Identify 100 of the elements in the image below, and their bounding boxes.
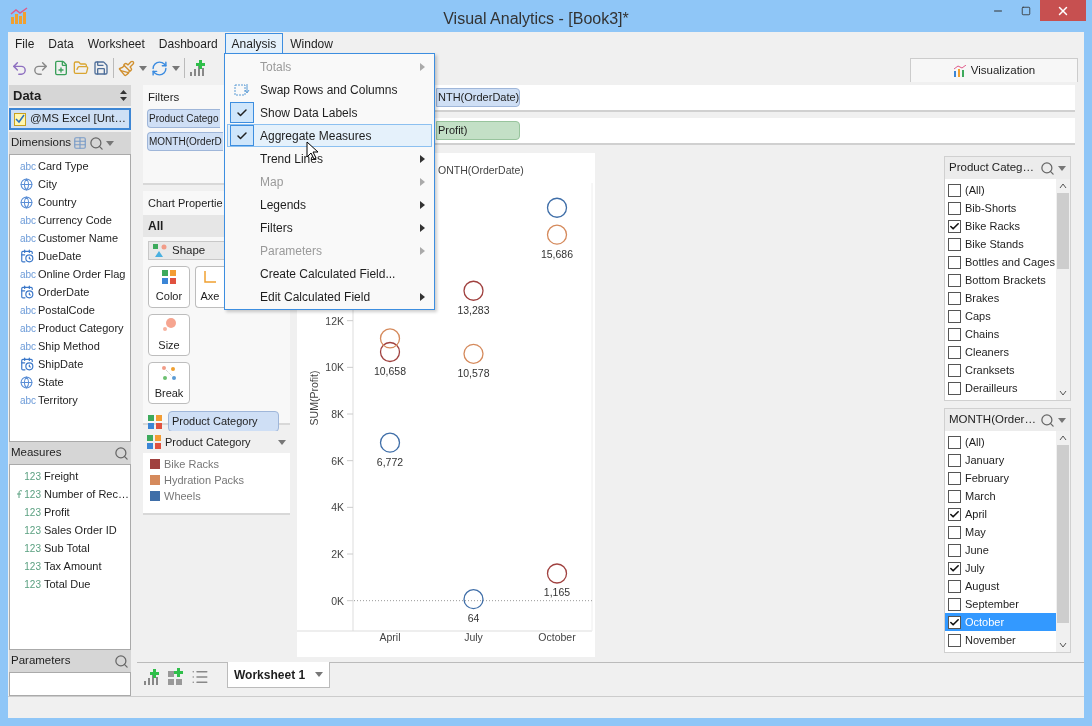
visualization-tab[interactable]: Visualization bbox=[910, 58, 1078, 82]
field-pill[interactable]: Product Category bbox=[168, 411, 279, 433]
field-pill[interactable]: NTH(OrderDate) bbox=[436, 88, 520, 107]
menu-bar-item[interactable]: Worksheet bbox=[80, 33, 152, 54]
mark-property-button[interactable]: Size bbox=[148, 314, 190, 357]
search-icon[interactable] bbox=[114, 445, 129, 461]
filter-option[interactable]: January bbox=[945, 451, 1056, 469]
filter-option[interactable]: April bbox=[945, 505, 1056, 523]
new-worksheet-icon[interactable] bbox=[143, 668, 161, 686]
field-item[interactable]: Product Category bbox=[38, 319, 124, 337]
filter-option[interactable]: Chains bbox=[945, 325, 1056, 343]
filter-option[interactable]: Bib-Shorts bbox=[945, 199, 1056, 217]
field-item[interactable]: Tax Amount bbox=[44, 557, 102, 575]
sort-icon[interactable] bbox=[120, 90, 127, 101]
checkbox[interactable] bbox=[948, 507, 961, 521]
filter-option[interactable]: Bottles and Cages bbox=[945, 253, 1056, 271]
field-item[interactable]: Profit bbox=[44, 503, 70, 521]
add-chart-icon[interactable] bbox=[189, 59, 207, 77]
checkbox[interactable] bbox=[948, 309, 961, 323]
menu-item[interactable]: Edit Calculated Field bbox=[227, 285, 432, 308]
new-file-icon[interactable] bbox=[53, 60, 69, 76]
checkbox[interactable] bbox=[948, 219, 961, 233]
field-item[interactable]: Territory bbox=[38, 391, 78, 409]
filter-option[interactable]: November bbox=[945, 631, 1056, 649]
filter-option[interactable]: September bbox=[945, 595, 1056, 613]
filter-option[interactable]: March bbox=[945, 487, 1056, 505]
filter-option[interactable]: May bbox=[945, 523, 1056, 541]
menu-item[interactable]: Swap Rows and Columns bbox=[227, 78, 432, 101]
menu-item[interactable]: Show Data Labels bbox=[227, 101, 432, 124]
menu-item[interactable]: Trend Lines bbox=[227, 147, 432, 170]
redo-icon[interactable] bbox=[32, 59, 49, 77]
checkbox[interactable] bbox=[948, 327, 961, 341]
filter-option[interactable]: Cleaners bbox=[945, 343, 1056, 361]
filter-option[interactable]: Caps bbox=[945, 307, 1056, 325]
menu-item[interactable]: Filters bbox=[227, 216, 432, 239]
checkbox[interactable] bbox=[948, 525, 961, 539]
menu-bar-item[interactable]: Data bbox=[41, 33, 81, 54]
menu-item[interactable]: Create Calculated Field... bbox=[227, 262, 432, 285]
filter-option[interactable]: Bottom Brackets bbox=[945, 271, 1056, 289]
checkbox[interactable] bbox=[948, 435, 961, 449]
filter-option[interactable]: June bbox=[945, 541, 1056, 559]
data-source-item[interactable]: @MS Excel [Unt… bbox=[9, 108, 131, 130]
caret-icon[interactable] bbox=[278, 439, 286, 445]
checkbox[interactable] bbox=[948, 543, 961, 557]
field-item[interactable]: Number of Rec… bbox=[44, 485, 129, 503]
filter-option[interactable]: Cranksets bbox=[945, 361, 1056, 379]
checkbox[interactable] bbox=[948, 561, 961, 575]
search-icon[interactable] bbox=[1040, 160, 1055, 176]
field-item[interactable]: Customer Name bbox=[38, 229, 119, 247]
field-item[interactable]: Freight bbox=[44, 467, 79, 485]
undo-icon[interactable] bbox=[11, 59, 28, 77]
filter-pill[interactable]: Product Catego bbox=[147, 109, 220, 128]
field-item[interactable]: Sales Order ID bbox=[44, 521, 117, 539]
menu-bar-item[interactable]: Window bbox=[283, 33, 340, 54]
filter-option[interactable]: Derailleurs bbox=[945, 379, 1056, 397]
field-item[interactable]: OrderDate bbox=[38, 283, 90, 301]
filter-pill[interactable]: MONTH(OrderD bbox=[147, 132, 223, 151]
menu-bar-item[interactable]: File bbox=[8, 33, 42, 54]
field-item[interactable]: Online Order Flag bbox=[38, 265, 126, 283]
field-item[interactable]: State bbox=[38, 373, 64, 391]
field-pill[interactable]: Profit) bbox=[436, 121, 520, 140]
field-item[interactable]: Currency Code bbox=[38, 211, 112, 229]
field-item[interactable]: PostalCode bbox=[38, 301, 95, 319]
field-item[interactable]: Card Type bbox=[38, 157, 89, 175]
scrollbar[interactable] bbox=[1056, 179, 1070, 400]
menu-item[interactable]: Legends bbox=[227, 193, 432, 216]
search-icon[interactable] bbox=[1040, 412, 1055, 428]
checkbox[interactable] bbox=[948, 579, 961, 593]
mark-property-button[interactable]: Axe bbox=[195, 266, 224, 309]
filter-option[interactable]: July bbox=[945, 559, 1056, 577]
field-item[interactable]: Country bbox=[38, 193, 77, 211]
checkbox[interactable] bbox=[948, 381, 961, 395]
checkbox[interactable] bbox=[948, 273, 961, 287]
caret-icon[interactable] bbox=[172, 65, 180, 71]
mark-property-button[interactable]: Color bbox=[148, 266, 190, 309]
menu-bar-item[interactable]: Analysis bbox=[224, 33, 284, 54]
checkbox[interactable] bbox=[948, 615, 961, 629]
refresh-icon[interactable] bbox=[151, 59, 168, 77]
field-item[interactable]: Ship Method bbox=[38, 337, 100, 355]
search-icon[interactable] bbox=[89, 135, 105, 151]
caret-icon[interactable] bbox=[1058, 165, 1066, 171]
checkbox[interactable] bbox=[948, 597, 961, 611]
menu-bar-item[interactable]: Dashboard bbox=[151, 33, 225, 54]
checkbox[interactable] bbox=[948, 201, 961, 215]
search-icon[interactable] bbox=[114, 653, 129, 669]
list-icon[interactable] bbox=[191, 668, 209, 686]
save-icon[interactable] bbox=[93, 60, 109, 76]
mark-property-button[interactable]: Break bbox=[148, 362, 190, 405]
filter-option[interactable]: August bbox=[945, 577, 1056, 595]
caret-icon[interactable] bbox=[1058, 417, 1066, 423]
checkbox[interactable] bbox=[948, 345, 961, 359]
checkbox[interactable] bbox=[948, 291, 961, 305]
field-item[interactable]: DueDate bbox=[38, 247, 82, 265]
field-item[interactable]: ShipDate bbox=[38, 355, 84, 373]
scrollbar[interactable] bbox=[1056, 431, 1070, 652]
caret-icon[interactable] bbox=[139, 65, 147, 71]
filter-option[interactable]: (All) bbox=[945, 433, 1056, 451]
checkbox[interactable] bbox=[948, 489, 961, 503]
filter-option[interactable]: Bike Stands bbox=[945, 235, 1056, 253]
field-item[interactable]: Sub Total bbox=[44, 539, 90, 557]
